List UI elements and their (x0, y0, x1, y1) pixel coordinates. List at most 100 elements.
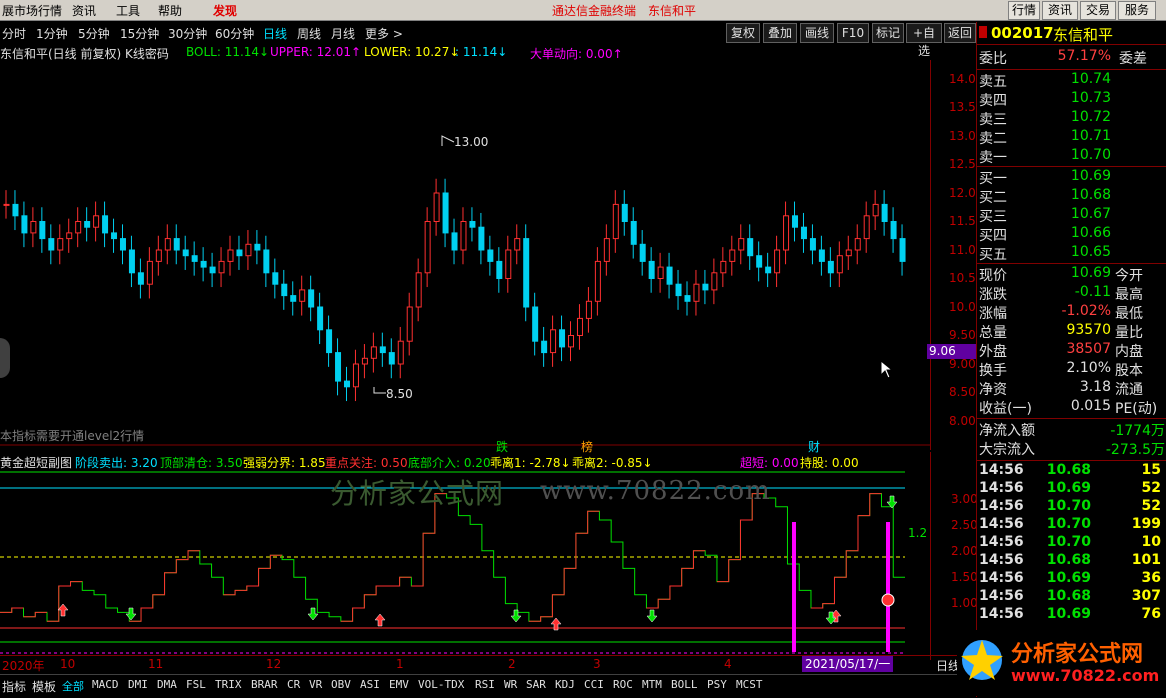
sell-level-label: 卖三 (979, 112, 1007, 128)
tick-list[interactable]: 14:56 10.68 15 14:56 10.69 52 14:56 10.70 52 14:5… (977, 462, 1166, 632)
restore-right-button[interactable]: 复权 (726, 23, 760, 43)
trade-button[interactable]: 交易 (1080, 1, 1116, 20)
period-more[interactable]: 更多 > (365, 25, 403, 42)
candlestick-chart[interactable] (0, 60, 930, 448)
tick-row: 14:56 10.68 15 (979, 462, 1165, 481)
tick-volume: 101 (1131, 552, 1161, 568)
candle-body (854, 238, 861, 251)
menu-market[interactable]: 展市场行情 (2, 2, 62, 19)
stat-label2: 股本 (1115, 363, 1143, 379)
tick-volume: 15 (1141, 462, 1161, 478)
stat-label: 涨幅 (979, 306, 1007, 322)
indicator-tab[interactable]: 模板 (32, 678, 56, 695)
indicator-tab[interactable]: ROC (613, 678, 633, 691)
price-tick: 9.50 (949, 328, 976, 342)
stat-row: 涨幅 -1.02% 最低 (979, 303, 1165, 322)
indicator-tab[interactable]: BOLL (671, 678, 698, 691)
candle-body (487, 249, 494, 262)
candle-body (460, 221, 467, 251)
stat-label: 收益(一) (979, 401, 1032, 417)
news-button[interactable]: 资讯 (1042, 1, 1078, 20)
indicator-tab[interactable]: 指标 (2, 678, 26, 695)
draw-line-button[interactable]: 画线 (800, 23, 834, 43)
indicator-tab[interactable]: ASI (360, 678, 380, 691)
overlay-button[interactable]: 叠加 (763, 23, 797, 43)
period-15min[interactable]: 15分钟 (120, 25, 159, 42)
x-label: 11 (148, 657, 164, 671)
high-price-label: 13.00 (454, 135, 489, 149)
indicator-tab[interactable]: PSY (707, 678, 727, 691)
side-collapse-handle[interactable] (0, 338, 10, 378)
back-button[interactable]: 返回 (944, 23, 976, 43)
indicator-tab[interactable]: VOL-TDX (418, 678, 464, 691)
candle-body (774, 249, 781, 274)
period-5min[interactable]: 5分钟 (78, 25, 110, 42)
buy-level-value: 10.68 (1070, 187, 1111, 203)
tick-price: 10.70 (1046, 498, 1091, 514)
x-label: 4 (724, 657, 732, 671)
window-stock-title: 东信和平 (648, 4, 697, 18)
menu-help[interactable]: 帮助 (158, 2, 182, 19)
quote-button[interactable]: 行情 (1008, 1, 1040, 20)
top-menu-bar: 展市场行情 资讯 工具 帮助 发现 通达信金融终端 东信和平 行情 资讯 交易 … (0, 0, 1166, 21)
candle-body (30, 221, 37, 234)
candle-body (254, 243, 261, 251)
indicator-tab[interactable]: DMA (157, 678, 177, 691)
candle-body (406, 306, 413, 342)
indicator-tab[interactable]: WR (504, 678, 517, 691)
indicator-tab[interactable]: OBV (331, 678, 351, 691)
candle-body (12, 203, 19, 217)
stat-row: 外盘 38507 内盘 (979, 341, 1165, 360)
indicator-tab[interactable]: FSL (186, 678, 206, 691)
f10-button[interactable]: F10 (837, 23, 869, 43)
candle-body (845, 249, 852, 257)
period-daily[interactable]: 日线 (263, 25, 287, 42)
mark-button[interactable]: 标记 (872, 23, 904, 43)
indicator-tab[interactable]: DMI (128, 678, 148, 691)
menu-tools[interactable]: 工具 (116, 2, 140, 19)
x-label: 10 (60, 657, 76, 671)
indicator-tab[interactable]: EMV (389, 678, 409, 691)
indicator-tab[interactable]: 全部 (62, 678, 84, 694)
indicator-tab[interactable]: CCI (584, 678, 604, 691)
period-1min[interactable]: 1分钟 (36, 25, 68, 42)
indicator-tab[interactable]: MACD (92, 678, 119, 691)
logo-url: www.70822.com (1011, 666, 1160, 685)
menu-discover[interactable]: 发现 (213, 2, 237, 19)
sell-level-label: 卖一 (979, 150, 1007, 166)
indicator-tab[interactable]: TRIX (215, 678, 242, 691)
period-weekly[interactable]: 周线 (297, 25, 321, 42)
indicator-tab[interactable]: BRAR (251, 678, 278, 691)
price-tick: 8.50 (949, 385, 976, 399)
period-timeshare[interactable]: 分时 (2, 25, 26, 42)
ultra-short-bar (886, 522, 890, 652)
indicator-tab[interactable]: KDJ (555, 678, 575, 691)
stat-value: 93570 (1066, 322, 1111, 338)
indicator-tab[interactable]: CR (287, 678, 300, 691)
ultra-short-bar (792, 522, 796, 652)
candle-body (21, 215, 28, 234)
candle-body (765, 266, 772, 274)
buy-level-label: 买三 (979, 209, 1007, 225)
indicator-tab[interactable]: MTM (642, 678, 662, 691)
indicator-tab[interactable]: VR (309, 678, 322, 691)
stat-label: 总量 (979, 325, 1007, 341)
period-30min[interactable]: 30分钟 (168, 25, 207, 42)
indicator-tab[interactable]: SAR (526, 678, 546, 691)
candle-body (415, 272, 422, 308)
stat-row: 现价 10.69 今开 (979, 265, 1165, 284)
candle-body (335, 352, 342, 382)
stats-box: 现价 10.69 今开 涨跌 -0.11 最高 涨幅 -1.02% 最低 总量 93570 量比 外盘 3… (977, 264, 1166, 420)
flow-row: 净流入额 -1774万 (979, 420, 1165, 439)
buy-level-row: 买五 10.65 (979, 244, 1165, 263)
service-button[interactable]: 服务 (1118, 1, 1156, 20)
period-monthly[interactable]: 月线 (331, 25, 355, 42)
low-price-label: 8.50 (386, 387, 413, 401)
indicator-tab[interactable]: RSI (475, 678, 495, 691)
indicator-tab[interactable]: MCST (736, 678, 763, 691)
add-watchlist-button[interactable]: +自选 (906, 23, 942, 58)
candle-body (370, 346, 377, 359)
menu-news[interactable]: 资讯 (72, 2, 96, 19)
period-60min[interactable]: 60分钟 (215, 25, 254, 42)
signal-dot-icon (881, 593, 895, 607)
